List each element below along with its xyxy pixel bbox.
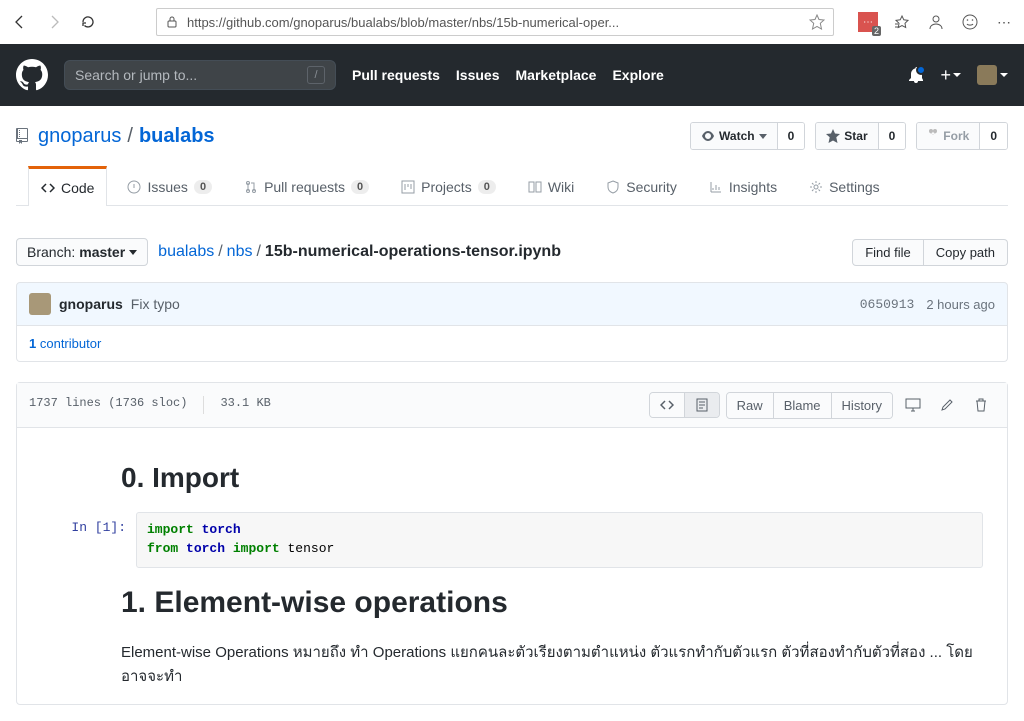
address-bar[interactable]: https://github.com/gnoparus/bualabs/blob… [156,8,834,36]
tab-wiki[interactable]: Wiki [516,166,586,205]
caret-down-icon [129,250,137,255]
repo-icon [16,128,32,144]
caret-down-icon [759,134,767,139]
breadcrumb: bualabs/nbs/15b-numerical-operations-ten… [158,243,561,261]
code-cell: In [1]: import torchfrom torch import te… [41,512,983,568]
file-viewer: 1737 lines (1736 sloc) 33.1 KB Raw Blame… [16,382,1008,705]
book-icon [528,180,542,194]
code-icon [41,181,55,195]
watch-count[interactable]: 0 [778,123,805,149]
repo-name-link[interactable]: bualabs [139,125,215,148]
more-icon[interactable]: ⋯ [994,12,1014,32]
gear-icon [809,180,823,194]
add-menu[interactable]: + [940,65,961,86]
commit-message[interactable]: Fix typo [131,296,180,312]
breadcrumb-root[interactable]: bualabs [158,243,214,260]
back-button[interactable] [10,12,30,32]
cell-input: import torchfrom torch import tensor [136,512,983,568]
nav-marketplace[interactable]: Marketplace [516,67,597,83]
slash-key-icon: / [307,66,325,84]
watch-button[interactable]: Watch 0 [690,122,805,150]
commit-bar: gnoparus Fix typo 0650913 2 hours ago [16,282,1008,326]
graph-icon [709,180,723,194]
smiley-icon[interactable] [960,12,980,32]
history-button[interactable]: History [832,393,892,418]
commit-time: 2 hours ago [926,297,995,312]
tab-insights[interactable]: Insights [697,166,789,205]
repo-tabs: Code Issues0 Pull requests0 Projects0 Wi… [16,166,1008,206]
lock-icon [165,15,179,29]
breadcrumb-file: 15b-numerical-operations-tensor.ipynb [265,243,561,260]
paragraph-text: Element-wise Operations หมายถึง ทำ Opera… [121,640,983,688]
repo-title: gnoparus / bualabs [16,125,215,148]
star-icon[interactable] [809,14,825,30]
favorites-icon[interactable] [892,12,912,32]
heading-elementwise: 1. Element-wise operations [121,586,983,620]
fork-count[interactable]: 0 [980,123,1007,149]
avatar[interactable] [29,293,51,315]
delete-button[interactable] [967,391,995,419]
raw-button[interactable]: Raw [727,393,774,418]
browser-toolbar: https://github.com/gnoparus/bualabs/blob… [0,0,1024,44]
notification-dot [916,65,926,75]
tab-pull-requests[interactable]: Pull requests0 [232,166,381,205]
plus-icon: + [940,65,951,86]
forward-button[interactable] [44,12,64,32]
commit-sha[interactable]: 0650913 [860,297,915,312]
blame-button[interactable]: Blame [774,393,832,418]
commit-author[interactable]: gnoparus [59,296,123,312]
star-icon [826,129,840,143]
nav-issues[interactable]: Issues [456,67,500,83]
tab-projects[interactable]: Projects0 [389,166,508,205]
file-lines: 1737 lines (1736 sloc) [29,396,187,414]
user-menu[interactable] [977,65,1008,85]
file-icon [695,398,709,412]
caret-down-icon [953,71,961,79]
desktop-button[interactable] [899,391,927,419]
rendered-view-button[interactable] [685,393,719,417]
shield-icon [606,180,620,194]
desktop-icon [905,398,921,412]
search-placeholder: Search or jump to... [75,67,307,83]
trash-icon [975,398,987,412]
caret-down-icon [1000,71,1008,79]
repo-owner-link[interactable]: gnoparus [38,125,121,148]
star-count[interactable]: 0 [879,123,906,149]
code-icon [660,398,674,412]
source-view-button[interactable] [650,393,685,417]
contributors-bar[interactable]: 1 contributor [16,326,1008,362]
nav-pull-requests[interactable]: Pull requests [352,67,440,83]
star-button[interactable]: Star 0 [815,122,906,150]
file-size: 33.1 KB [220,396,270,414]
url-text: https://github.com/gnoparus/bualabs/blob… [187,15,801,30]
heading-import: 0. Import [121,462,983,494]
breadcrumb-folder[interactable]: nbs [227,243,253,260]
extension-icon[interactable]: ⋯ [858,12,878,32]
profile-icon[interactable] [926,12,946,32]
pr-icon [244,180,258,194]
tab-settings[interactable]: Settings [797,166,892,205]
eye-icon [701,129,715,143]
nav-explore[interactable]: Explore [612,67,663,83]
project-icon [401,180,415,194]
issue-icon [127,180,141,194]
notifications-button[interactable] [908,67,924,83]
tab-security[interactable]: Security [594,166,689,205]
tab-issues[interactable]: Issues0 [115,166,224,205]
avatar [977,65,997,85]
tab-code[interactable]: Code [28,166,107,206]
fork-icon [927,129,939,143]
github-header: Search or jump to... / Pull requests Iss… [0,44,1024,106]
github-logo-icon[interactable] [16,59,48,91]
copy-path-button[interactable]: Copy path [924,239,1008,266]
edit-button[interactable] [933,391,961,419]
fork-button[interactable]: Fork 0 [916,122,1008,150]
cell-prompt: In [1]: [41,512,136,568]
find-file-button[interactable]: Find file [852,239,924,266]
branch-select[interactable]: Branch: master [16,238,148,266]
refresh-button[interactable] [78,12,98,32]
search-input[interactable]: Search or jump to... / [64,60,336,90]
pencil-icon [940,398,954,412]
